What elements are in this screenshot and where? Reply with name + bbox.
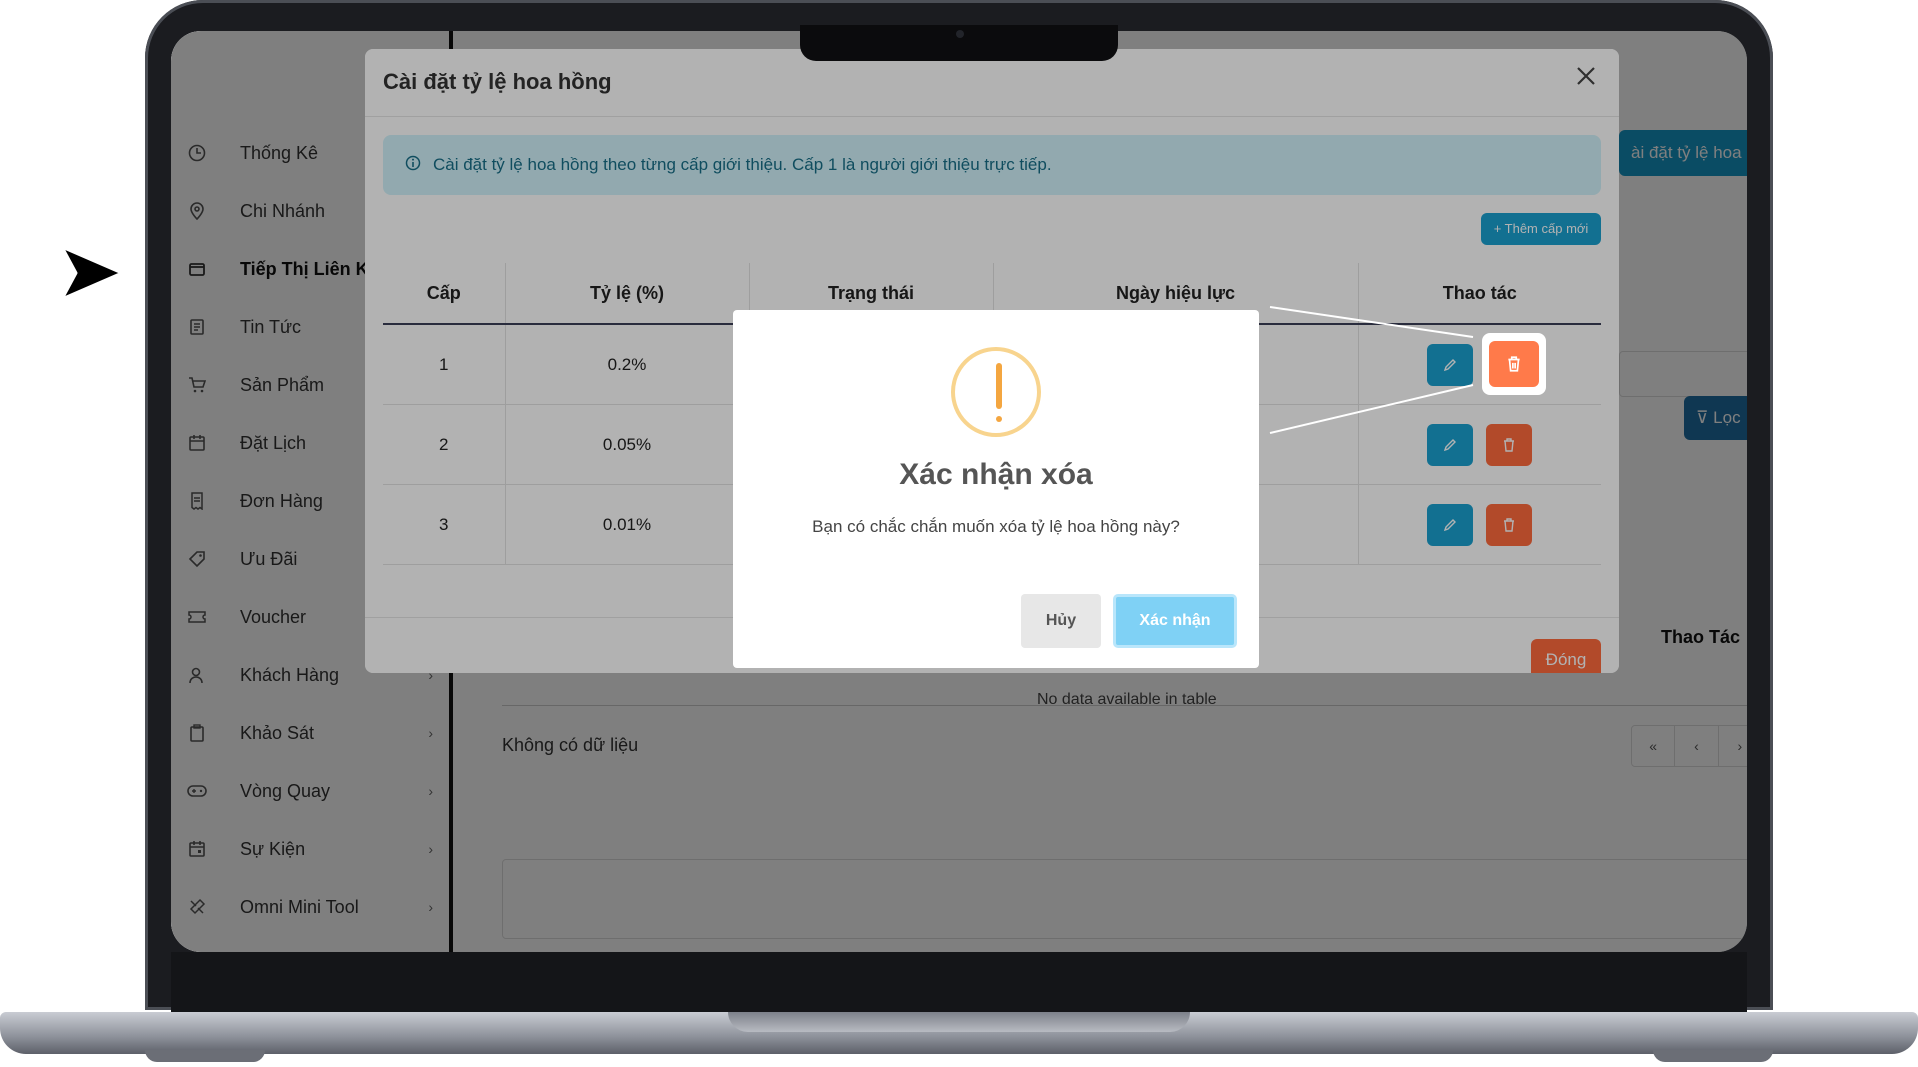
warning-icon — [951, 347, 1041, 437]
laptop-foot-right — [1653, 1050, 1773, 1062]
confirm-button[interactable]: Xác nhận — [1113, 594, 1237, 648]
laptop-screen: Thống Kê Chi Nhánh Tiếp Thị Liên Kết Tin… — [171, 31, 1747, 952]
trash-icon — [1508, 356, 1520, 372]
pointer-arrow-icon — [60, 245, 124, 301]
laptop-foot-left — [145, 1050, 265, 1062]
camera-lens — [956, 30, 964, 38]
laptop-base-notch — [728, 1012, 1190, 1032]
confirm-delete-dialog: Xác nhận xóa Bạn có chắc chắn muốn xóa t… — [733, 310, 1259, 668]
highlighted-delete-button[interactable] — [1489, 341, 1539, 387]
cancel-button[interactable]: Hủy — [1021, 594, 1101, 648]
laptop-chin — [171, 952, 1747, 1012]
confirm-title: Xác nhận xóa — [899, 458, 1093, 491]
confirm-message: Bạn có chắc chắn muốn xóa tỷ lệ hoa hồng… — [812, 517, 1180, 536]
warning-icon-dot — [996, 416, 1002, 422]
warning-icon-bar — [996, 363, 1002, 409]
